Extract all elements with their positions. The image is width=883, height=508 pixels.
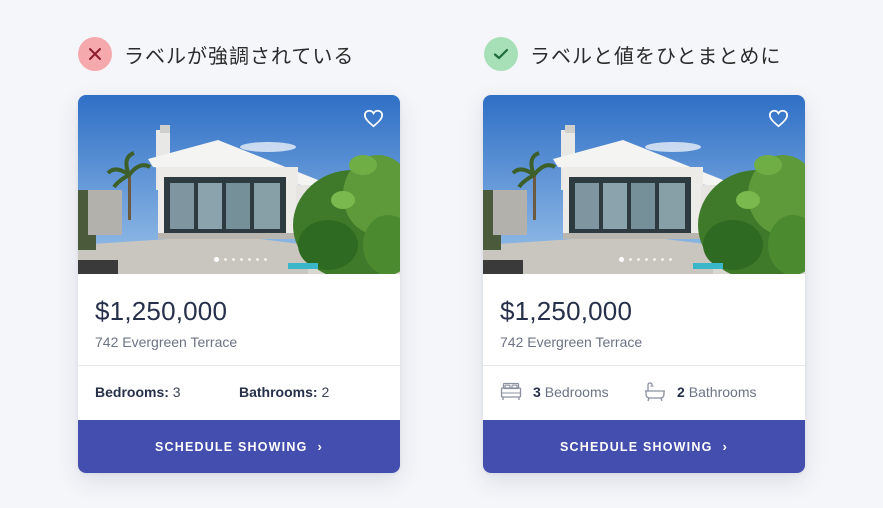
bathtub-icon <box>645 382 665 402</box>
carousel-dot[interactable] <box>256 258 259 261</box>
check-icon <box>484 37 518 71</box>
listing-price: $1,250,000 <box>95 296 228 326</box>
carousel-dot[interactable] <box>619 257 624 262</box>
carousel-dot[interactable] <box>248 258 251 261</box>
carousel-dot[interactable] <box>669 258 672 261</box>
x-icon <box>78 37 112 71</box>
bad-example-caption: ラベルが強調されている <box>124 43 355 68</box>
carousel-dot[interactable] <box>629 258 632 261</box>
bedrooms-value: 3 <box>172 384 181 400</box>
bathrooms-value: 2 <box>677 384 685 400</box>
bedrooms-feature: 3 Bedrooms <box>500 382 644 402</box>
house-photo[interactable] <box>78 95 400 274</box>
listing-price: $1,250,000 <box>500 296 633 326</box>
photo-carousel-dots[interactable] <box>619 257 672 262</box>
listing-info: $1,250,000 742 Evergreen Terrace <box>78 274 400 366</box>
chevron-right-icon: › <box>722 439 729 454</box>
cta-label: SCHEDULE SHOWING <box>154 439 308 454</box>
listing-features: 3 Bedrooms 2 Bathrooms <box>483 366 805 418</box>
carousel-dot[interactable] <box>637 258 640 261</box>
schedule-showing-button[interactable]: SCHEDULE SHOWING › <box>483 420 805 473</box>
listing-address: 742 Evergreen Terrace <box>500 334 643 350</box>
carousel-dot[interactable] <box>645 258 648 261</box>
cta-label: SCHEDULE SHOWING <box>559 439 713 454</box>
bathrooms-feature: Bathrooms: 2 <box>239 384 329 400</box>
listing-card-good[interactable]: $1,250,000 742 Evergreen Terrace 3 Bedro… <box>483 95 805 473</box>
chevron-right-icon: › <box>317 439 324 454</box>
bathrooms-value: 2 <box>321 384 330 400</box>
listing-address: 742 Evergreen Terrace <box>95 334 238 350</box>
bathrooms-label: Bathrooms <box>688 384 757 400</box>
bedrooms-label: Bedrooms <box>544 384 609 400</box>
listing-info: $1,250,000 742 Evergreen Terrace <box>483 274 805 366</box>
bad-example-header: ラベルが強調されている <box>78 36 354 72</box>
carousel-dot[interactable] <box>661 258 664 261</box>
carousel-dot[interactable] <box>224 258 227 261</box>
listing-features: Bedrooms: 3 Bathrooms: 2 <box>78 366 400 418</box>
bedrooms-value: 3 <box>533 384 541 400</box>
bedrooms-feature: Bedrooms: 3 <box>95 384 239 400</box>
carousel-dot[interactable] <box>214 257 219 262</box>
good-example-caption: ラベルと値をひとまとめに <box>530 43 782 68</box>
house-photo[interactable] <box>483 95 805 274</box>
carousel-dot[interactable] <box>653 258 656 261</box>
carousel-dot[interactable] <box>232 258 235 261</box>
schedule-showing-button[interactable]: SCHEDULE SHOWING › <box>78 420 400 473</box>
listing-card-bad[interactable]: $1,250,000 742 Evergreen Terrace Bedroom… <box>78 95 400 473</box>
carousel-dot[interactable] <box>240 258 243 261</box>
bathrooms-feature: 2 Bathrooms <box>644 381 757 403</box>
bed-icon <box>500 382 522 400</box>
good-example-header: ラベルと値をひとまとめに <box>484 36 781 72</box>
favorite-heart-icon[interactable] <box>768 109 789 128</box>
bedrooms-label: Bedrooms: <box>95 384 169 400</box>
bathrooms-label: Bathrooms: <box>239 384 318 400</box>
favorite-heart-icon[interactable] <box>363 109 384 128</box>
photo-carousel-dots[interactable] <box>214 257 267 262</box>
carousel-dot[interactable] <box>264 258 267 261</box>
